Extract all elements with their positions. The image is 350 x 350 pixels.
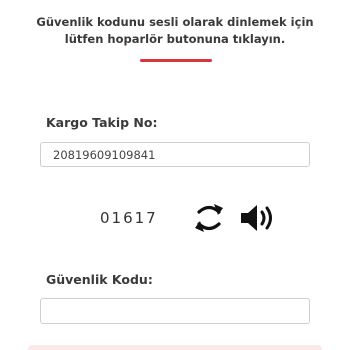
red-divider (140, 59, 212, 62)
security-code-input[interactable] (40, 298, 310, 324)
tracking-number-input[interactable] (40, 142, 310, 167)
speaker-button[interactable] (237, 202, 277, 234)
tracking-number-label: Kargo Takip No: (46, 115, 158, 130)
refresh-captcha-button[interactable] (193, 200, 225, 236)
page: Güvenlik kodunu sesli olarak dinlemek iç… (0, 0, 350, 350)
security-code-label: Güvenlik Kodu: (46, 272, 153, 287)
refresh-icon (195, 204, 223, 232)
submit-button-edge[interactable] (28, 345, 322, 350)
captcha-code: 01617 (100, 209, 158, 227)
audio-instruction-text: Güvenlik kodunu sesli olarak dinlemek iç… (36, 15, 314, 46)
speaker-icon (241, 205, 272, 231)
